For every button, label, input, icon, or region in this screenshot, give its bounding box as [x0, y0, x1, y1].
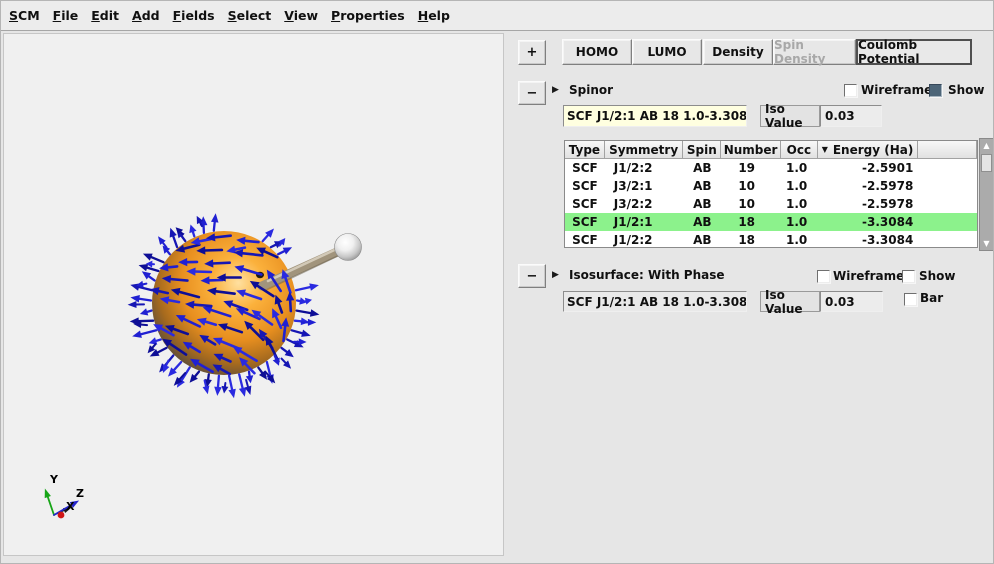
menu-fields[interactable]: Fields [173, 6, 215, 25]
spinor-wireframe-label: Wireframe [861, 83, 932, 97]
table-row[interactable]: SCFJ1/2:2AB181.0-3.3084 [565, 231, 977, 248]
hydrogen-atom [335, 234, 362, 261]
column-header-occ[interactable]: Occ [781, 141, 818, 159]
menu-properties[interactable]: Properties [331, 6, 405, 25]
menu-bar: SCM File Edit Add Fields Select View Pro… [1, 1, 993, 31]
column-header-blank [918, 141, 977, 159]
table-row[interactable]: SCFJ3/2:1AB101.0-2.5978 [565, 177, 977, 195]
column-header-energy[interactable]: ▼ Energy (Ha) [818, 141, 919, 159]
table-row[interactable]: SCFJ1/2:2AB191.0-2.5901 [565, 159, 977, 177]
spinor-show-label: Show [948, 83, 985, 97]
spinor-orbital-energy: -3.308 [704, 109, 747, 123]
menu-add[interactable]: Add [132, 6, 160, 25]
isosurface-wireframe-checkbox[interactable] [817, 270, 830, 283]
scroll-down-icon[interactable]: ▼ [980, 237, 993, 250]
spinor-selected-orbital-field[interactable]: SCF J1/2:1 AB 18 1.0 -3.308 [563, 105, 747, 127]
molecule-3d-viewport[interactable]: Y Z X [3, 33, 504, 556]
isosurface-bar-checkbox[interactable] [904, 293, 917, 306]
menu-scm[interactable]: SCM [9, 6, 40, 25]
scrollbar-thumb[interactable] [981, 154, 992, 172]
spinor-expand-icon[interactable]: ▶ [552, 85, 559, 95]
spinor-wireframe-checkbox[interactable] [844, 84, 857, 97]
column-header-type[interactable]: Type [565, 141, 605, 159]
menu-file[interactable]: File [53, 6, 79, 25]
menu-select[interactable]: Select [228, 6, 272, 25]
tab-spin-density: Spin Density [773, 39, 856, 65]
spinor-orbital-text: SCF J1/2:1 AB 18 1.0 [567, 109, 704, 123]
add-field-button[interactable]: + [518, 40, 546, 65]
x-axis-dot [58, 512, 65, 519]
tab-density[interactable]: Density [703, 39, 773, 65]
table-row[interactable]: SCFJ3/2:2AB101.0-2.5978 [565, 195, 977, 213]
scroll-up-icon[interactable]: ▲ [980, 139, 993, 152]
spinor-iso-value-label: Iso Value [760, 105, 820, 127]
column-header-spin[interactable]: Spin [683, 141, 721, 159]
isosurface-show-checkbox[interactable] [902, 270, 915, 283]
isosurface-selected-orbital-field[interactable]: SCF J1/2:1 AB 18 1.0 -3.308 [563, 291, 747, 312]
isosurface-show-label: Show [919, 269, 956, 283]
menu-view[interactable]: View [284, 6, 318, 25]
tab-lumo[interactable]: LUMO [632, 39, 702, 65]
isosurface-orbital-energy: -3.308 [704, 295, 747, 309]
orbital-table-header: Type Symmetry Spin Number Occ ▼ Energy (… [565, 141, 977, 159]
isosurface-bar-label: Bar [920, 291, 943, 305]
axis-x-label: X [66, 500, 75, 513]
tab-homo[interactable]: HOMO [562, 39, 632, 65]
sort-descending-icon: ▼ [822, 145, 828, 154]
isosurface-collapse-button[interactable]: − [518, 264, 546, 288]
orbital-table[interactable]: Type Symmetry Spin Number Occ ▼ Energy (… [564, 140, 978, 248]
spinor-collapse-button[interactable]: − [518, 81, 546, 105]
spinor-show-checkbox[interactable] [929, 84, 942, 97]
column-header-symmetry[interactable]: Symmetry [605, 141, 684, 159]
isosurface-iso-value-label: Iso Value [760, 291, 820, 312]
axis-y-label: Y [49, 473, 59, 486]
application-window: SCM File Edit Add Fields Select View Pro… [0, 0, 994, 564]
table-scrollbar[interactable]: ▲ ▼ [979, 138, 994, 251]
isosurface-wireframe-label: Wireframe [833, 269, 904, 283]
axis-z-label: Z [76, 487, 84, 500]
column-header-number[interactable]: Number [721, 141, 781, 159]
molecule-canvas: Y Z X [4, 34, 503, 555]
isosurface-expand-icon[interactable]: ▶ [552, 270, 559, 280]
isosurface-orbital-text: SCF J1/2:1 AB 18 1.0 [567, 295, 704, 309]
tab-coulomb-potential[interactable]: Coulomb Potential [856, 39, 972, 65]
menu-edit[interactable]: Edit [91, 6, 119, 25]
table-row-selected[interactable]: SCFJ1/2:1AB181.0-3.3084 [565, 213, 977, 231]
isosurface-section-title: Isosurface: With Phase [569, 268, 725, 282]
isosurface-iso-value-input[interactable]: 0.03 [820, 291, 883, 312]
spinor-section-title: Spinor [569, 83, 613, 97]
spinor-iso-value-input[interactable]: 0.03 [820, 105, 882, 127]
menu-help[interactable]: Help [418, 6, 450, 25]
